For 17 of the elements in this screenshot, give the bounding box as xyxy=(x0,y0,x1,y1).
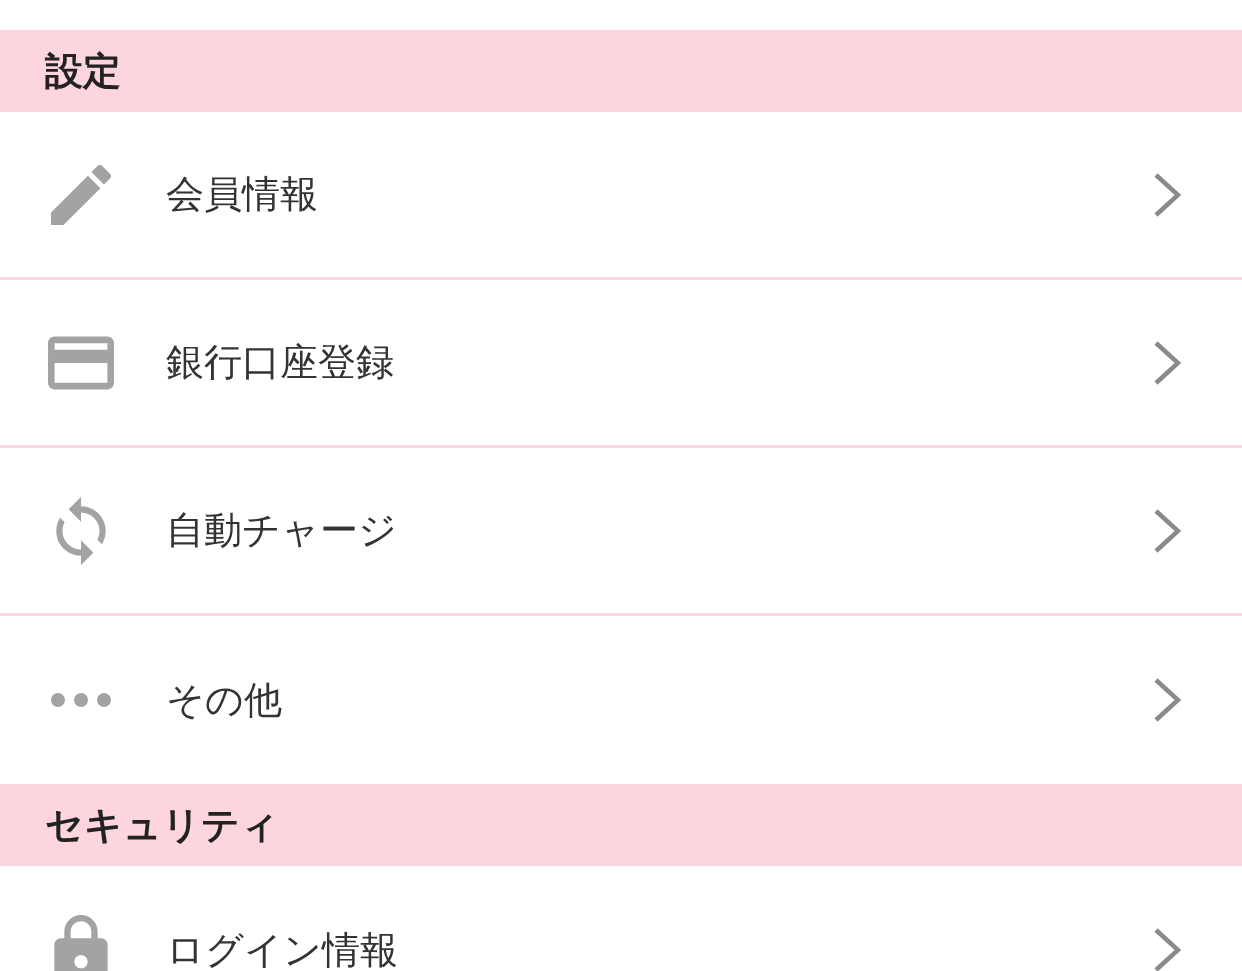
menu-item[interactable]: その他 xyxy=(166,671,1142,729)
chevron-right-icon xyxy=(1153,677,1181,723)
menu-item[interactable]: 会員情報 xyxy=(166,166,1142,223)
chevron-right-icon xyxy=(1153,171,1181,218)
section-header: 設定 xyxy=(45,47,121,95)
menu-item[interactable]: 自動チャージ xyxy=(166,502,1142,559)
chevron-right-icon xyxy=(1153,339,1181,386)
chevron-right-icon xyxy=(1153,507,1181,554)
menu-item[interactable]: ログイン情報 xyxy=(166,921,1142,971)
card-icon xyxy=(48,334,114,391)
lock-icon xyxy=(53,915,109,971)
menu-item[interactable]: 銀行口座登録 xyxy=(166,334,1142,391)
section-header: セキュリティ xyxy=(45,801,279,849)
more-icon xyxy=(50,692,112,708)
sync-icon xyxy=(53,496,109,565)
pencil-icon xyxy=(51,164,111,225)
chevron-right-icon xyxy=(1153,927,1181,971)
